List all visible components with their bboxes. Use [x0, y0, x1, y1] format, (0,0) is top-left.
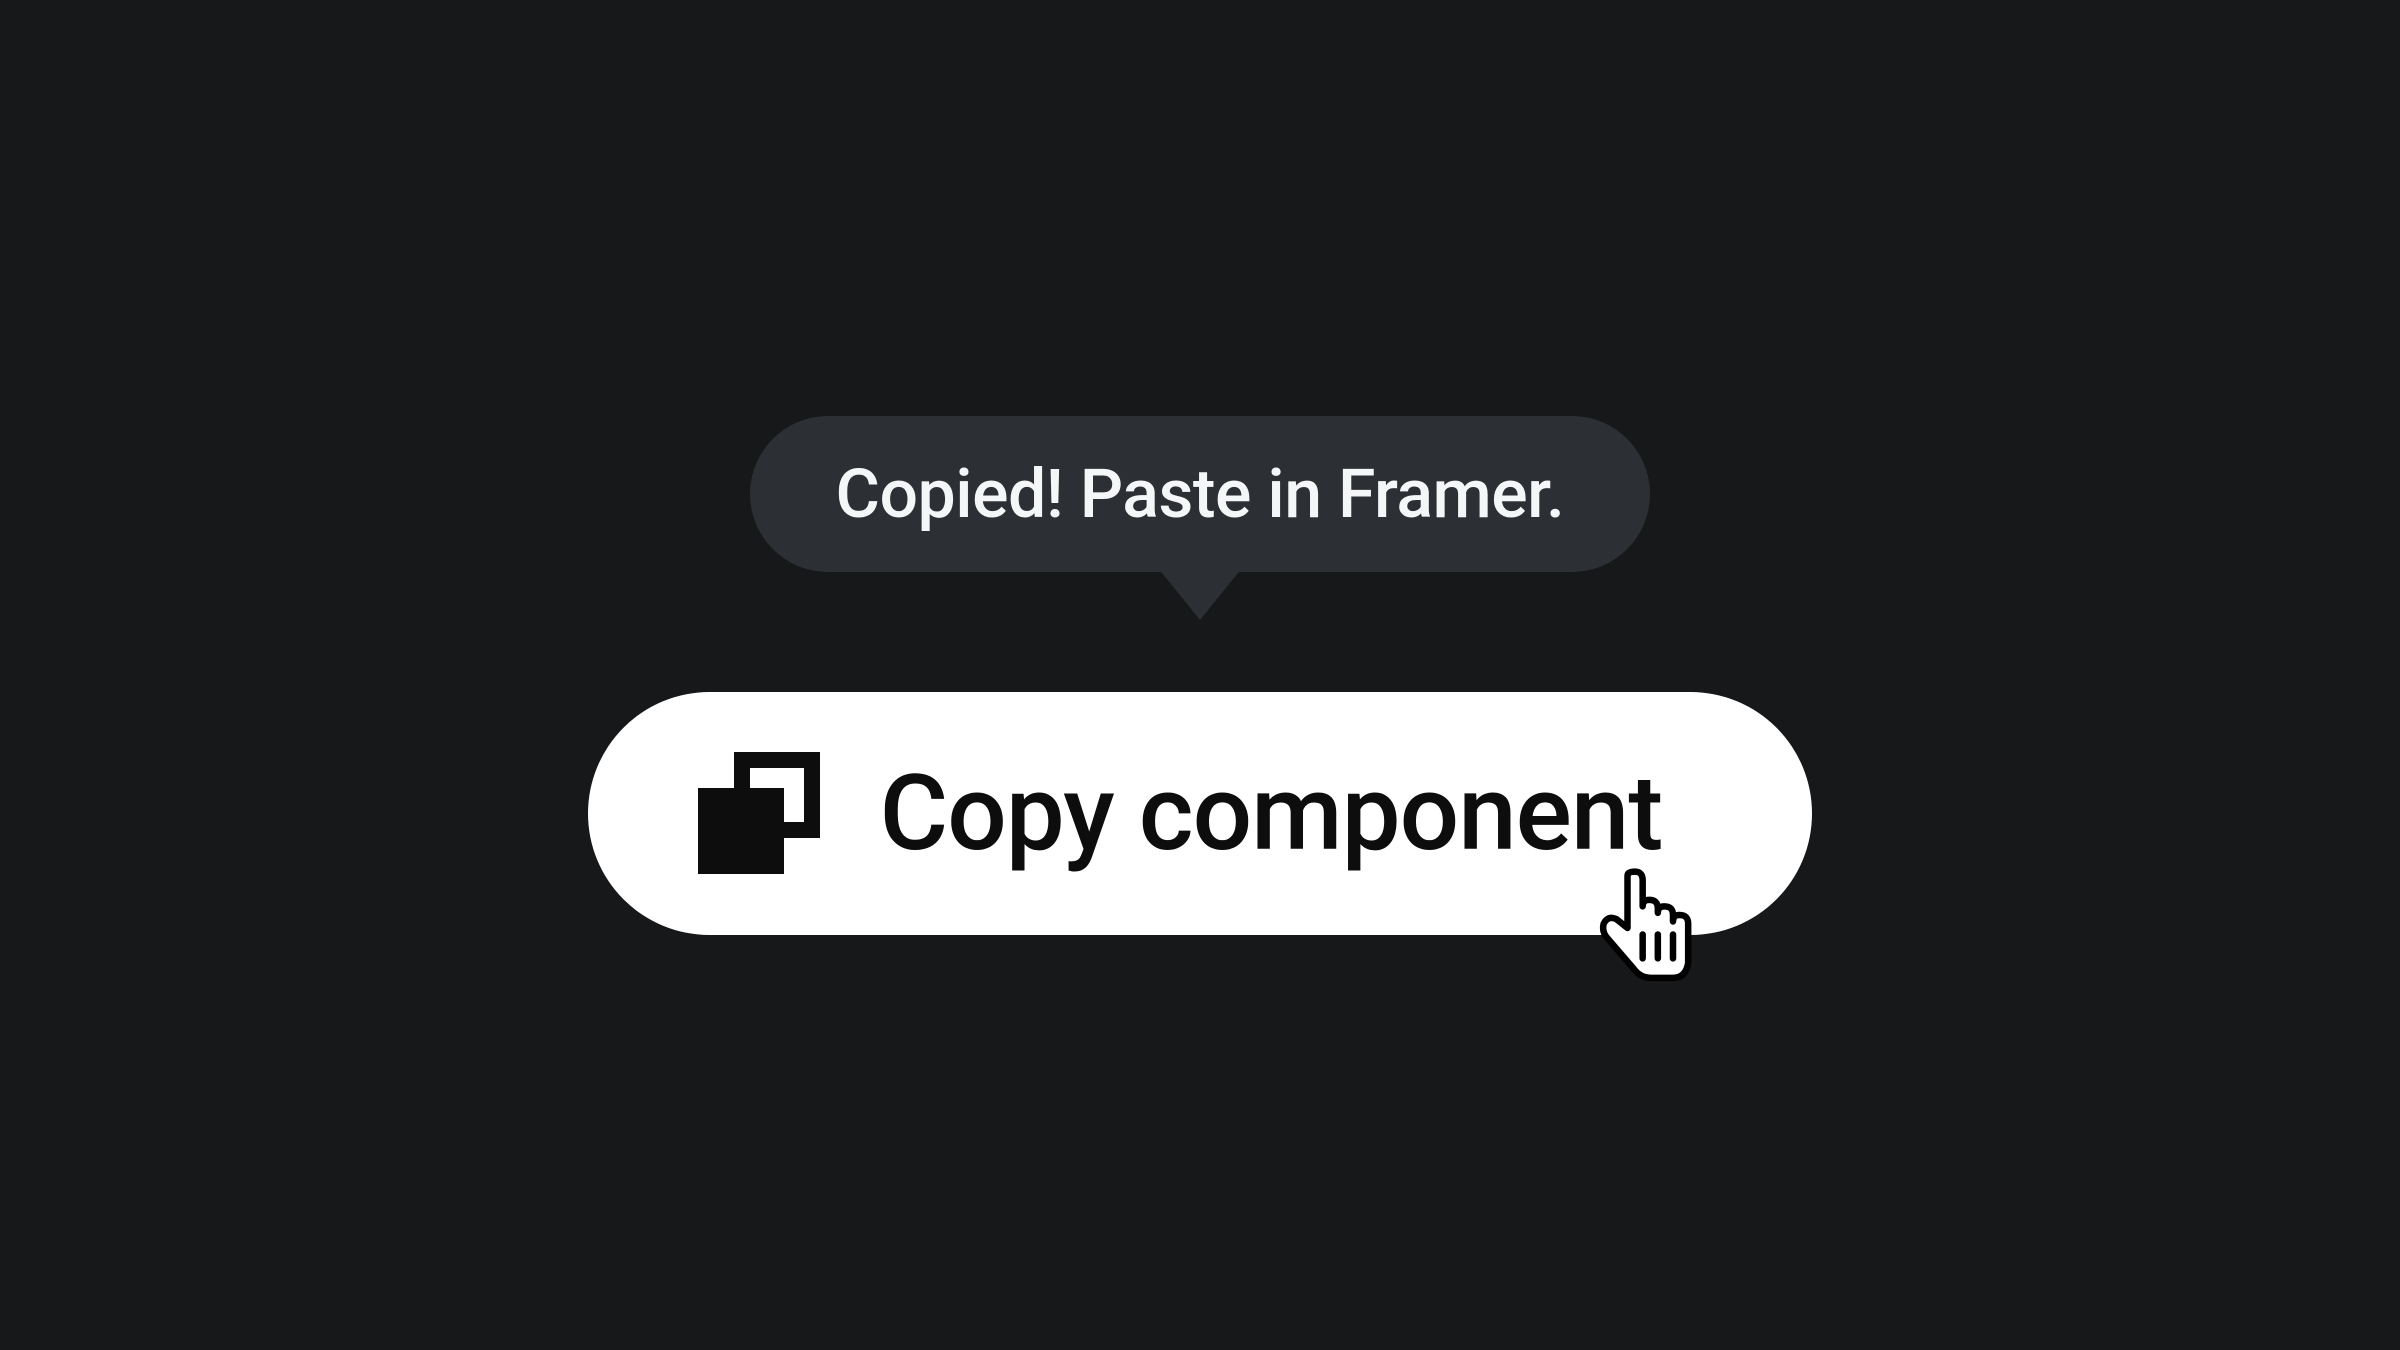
copy-icon	[698, 752, 820, 874]
copy-button-label: Copy component	[880, 752, 1663, 875]
copy-component-button[interactable]: Copy component	[588, 692, 1813, 935]
button-with-tooltip-container: Copied! Paste in Framer. Copy component	[588, 416, 1813, 935]
tooltip-text: Copied! Paste in Framer.	[836, 454, 1565, 534]
pointer-cursor-icon	[1592, 863, 1702, 993]
copied-tooltip: Copied! Paste in Framer.	[750, 416, 1651, 572]
